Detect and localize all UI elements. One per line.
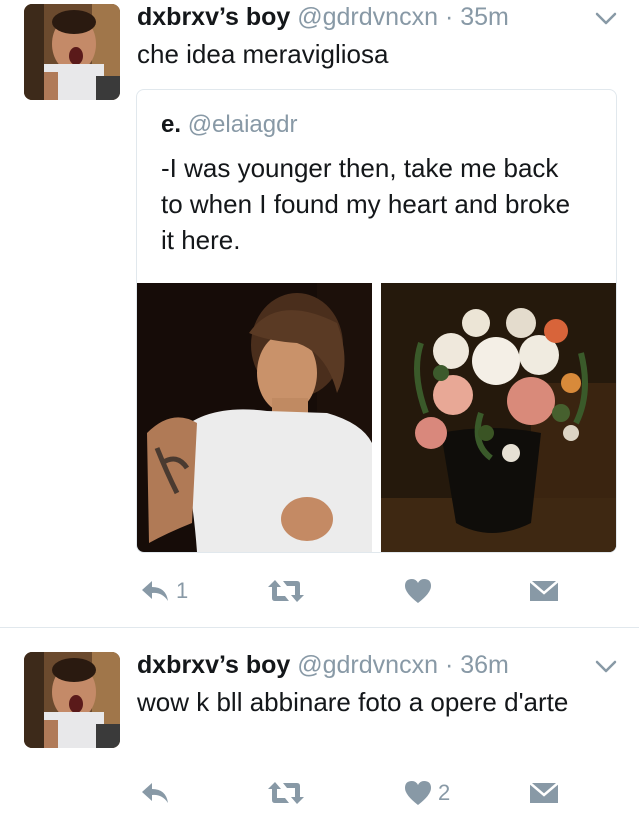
reply-button[interactable] — [140, 776, 176, 810]
like-button[interactable] — [404, 574, 438, 608]
reply-icon — [142, 581, 168, 601]
retweet-button[interactable] — [267, 776, 311, 810]
retweet-button[interactable] — [267, 574, 311, 608]
tweet-header: dxbrxv’s boy @gdrdvncxn · 35m — [137, 2, 579, 32]
tweet-actions: 2 — [136, 776, 576, 810]
quoted-photo-flowers[interactable] — [381, 283, 616, 552]
tweet-text: che idea meravigliosa — [137, 39, 389, 69]
avatar[interactable] — [24, 4, 120, 100]
direct-message-button[interactable] — [529, 574, 559, 608]
direct-message-icon — [529, 580, 559, 601]
reply-icon — [142, 783, 168, 803]
quoted-photo-person[interactable] — [137, 283, 372, 552]
tweet-actions: 1 — [136, 574, 576, 608]
handle[interactable]: @gdrdvncxn — [297, 651, 438, 679]
avatar[interactable] — [24, 652, 120, 748]
tweet[interactable]: dxbrxv’s boy @gdrdvncxn · 35m che idea m… — [0, 0, 639, 627]
chevron-down-icon[interactable] — [595, 12, 617, 26]
like-icon — [405, 579, 431, 603]
direct-message-button[interactable] — [529, 776, 559, 810]
quoted-handle: @elaiagdr — [187, 111, 298, 138]
retweet-icon — [268, 782, 304, 804]
timestamp[interactable]: 35m — [460, 3, 509, 31]
quoted-tweet[interactable]: e. @elaiagdr -I was younger then, take m… — [136, 89, 617, 553]
quoted-display-name: e. — [161, 111, 182, 138]
direct-message-icon — [529, 782, 559, 803]
like-button[interactable]: 2 — [404, 776, 450, 810]
like-count: 2 — [438, 780, 451, 805]
quoted-text: -I was younger then, take me back to whe… — [161, 153, 571, 255]
chevron-down-icon[interactable] — [595, 660, 617, 674]
tweet-header: dxbrxv’s boy @gdrdvncxn · 36m — [137, 650, 579, 680]
quoted-header: e. @elaiagdr — [161, 110, 297, 140]
reply-button[interactable]: 1 — [140, 574, 188, 608]
display-name[interactable]: dxbrxv’s boy — [137, 3, 290, 31]
separator: · — [444, 3, 454, 31]
like-icon — [405, 781, 431, 805]
display-name[interactable]: dxbrxv’s boy — [137, 651, 290, 679]
reply-count: 1 — [176, 578, 189, 603]
tweet[interactable]: dxbrxv’s boy @gdrdvncxn · 36m wow k bll … — [0, 628, 639, 822]
tweet-text: wow k bll abbinare foto a opere d'arte — [137, 687, 569, 717]
separator: · — [444, 651, 454, 679]
handle[interactable]: @gdrdvncxn — [297, 3, 438, 31]
retweet-icon — [268, 580, 304, 602]
timestamp[interactable]: 36m — [460, 651, 509, 679]
